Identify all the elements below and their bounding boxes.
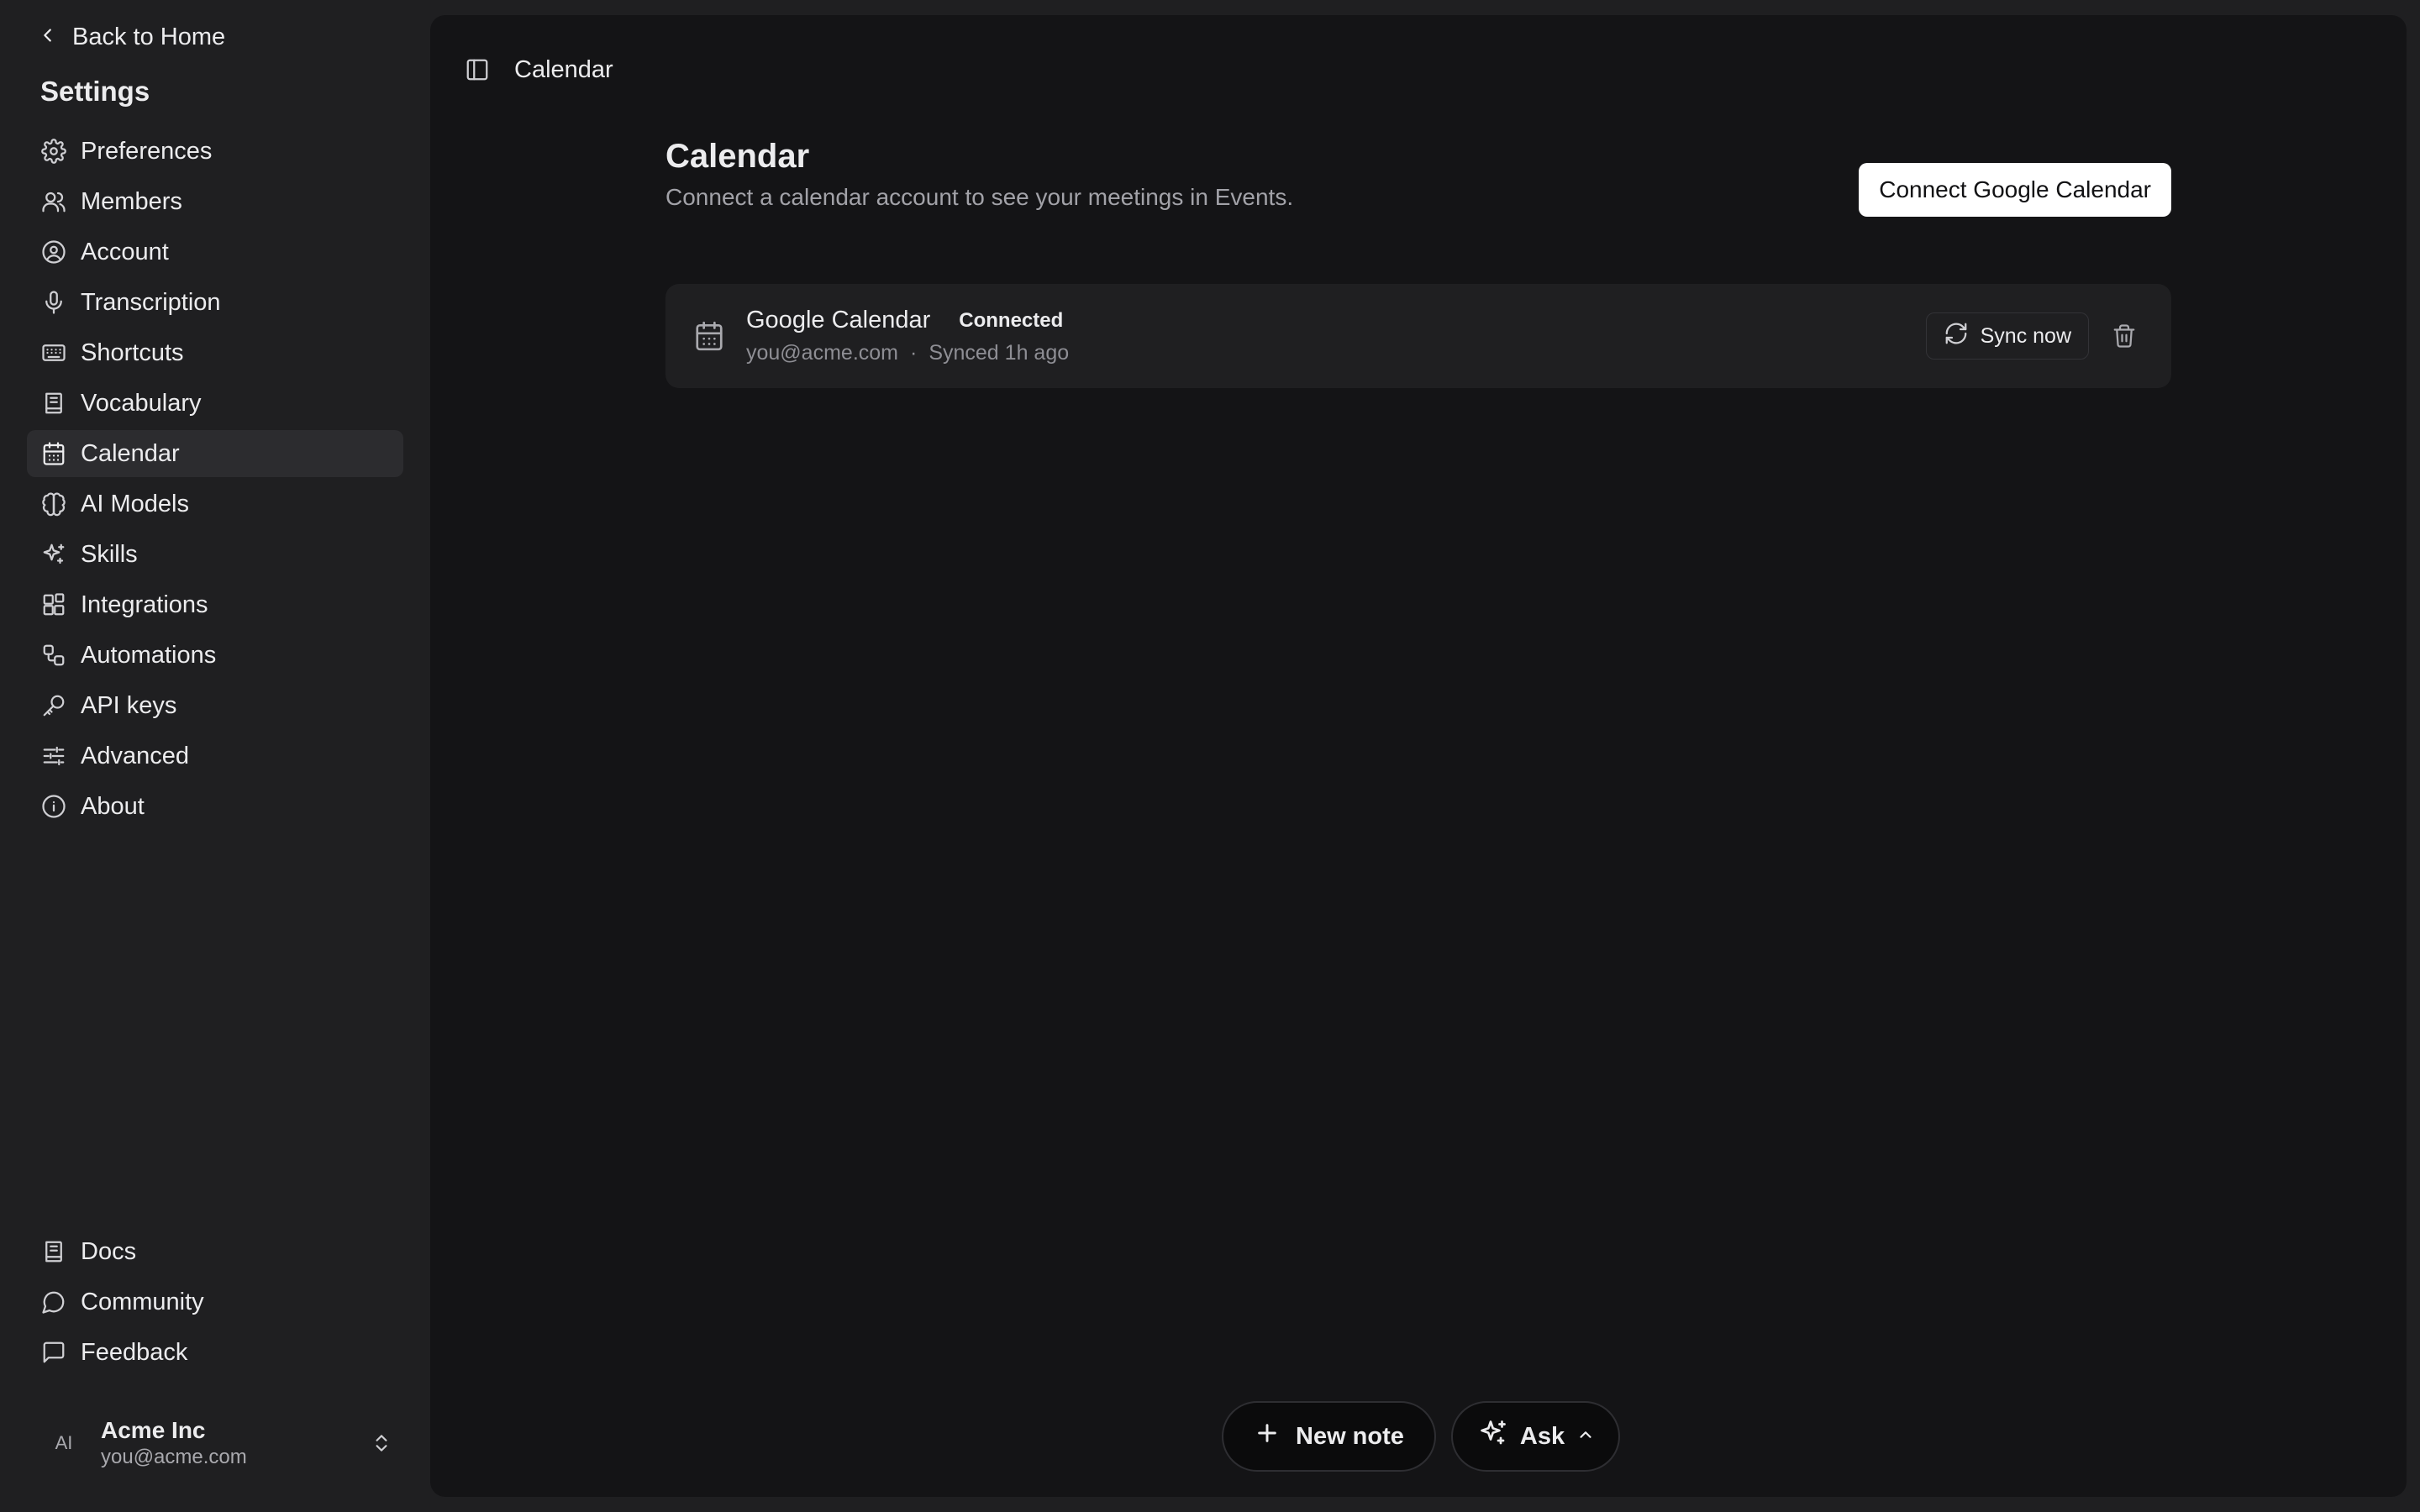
- user-switcher[interactable]: AI Acme Inc you@acme.com: [40, 1411, 397, 1475]
- sidebar-item-preferences[interactable]: Preferences: [27, 128, 403, 175]
- new-note-label: New note: [1296, 1422, 1404, 1450]
- sidebar-item-shortcuts[interactable]: Shortcuts: [27, 329, 403, 376]
- chevrons-up-down-icon[interactable]: [366, 1428, 397, 1458]
- users-icon: [40, 188, 67, 215]
- sidebar-item-docs[interactable]: Docs: [27, 1228, 403, 1275]
- calendar-account-email: you@acme.com: [746, 341, 898, 365]
- sidebar-item-label: API keys: [81, 691, 177, 719]
- keyboard-icon: [40, 339, 67, 366]
- brain-icon: [40, 491, 67, 517]
- sidebar-item-label: AI Models: [81, 490, 189, 517]
- sidebar-item-community[interactable]: Community: [27, 1278, 403, 1326]
- separator-dot: ·: [910, 341, 918, 365]
- back-to-home-label: Back to Home: [72, 23, 226, 50]
- sidebar-item-integrations[interactable]: Integrations: [27, 581, 403, 628]
- sidebar-item-transcription[interactable]: Transcription: [27, 279, 403, 326]
- sliders-icon: [40, 743, 67, 769]
- calendar-icon: [40, 440, 67, 467]
- message-square-icon: [40, 1339, 67, 1366]
- status-badge: Connected: [959, 308, 1064, 332]
- ask-label: Ask: [1519, 1422, 1565, 1450]
- settings-nav: Preferences Members Account Transcriptio…: [27, 128, 403, 833]
- refresh-icon: [1944, 321, 1969, 352]
- sidebar-item-label: Account: [81, 238, 169, 265]
- chevron-left-icon: [39, 24, 57, 51]
- last-synced-text: Synced 1h ago: [929, 341, 1070, 365]
- sidebar-item-advanced[interactable]: Advanced: [27, 732, 403, 780]
- plus-icon: [1254, 1420, 1281, 1453]
- sidebar-item-label: Members: [81, 187, 182, 215]
- sidebar-item-calendar[interactable]: Calendar: [27, 430, 403, 477]
- avatar: AI: [55, 1432, 73, 1453]
- sidebar-item-label: Integrations: [81, 591, 208, 618]
- new-note-button[interactable]: New note: [1222, 1401, 1436, 1472]
- sidebar-item-automations[interactable]: Automations: [27, 632, 403, 679]
- sidebar-item-label: Automations: [81, 641, 217, 669]
- user-circle-icon: [40, 239, 67, 265]
- sidebar-item-account[interactable]: Account: [27, 228, 403, 276]
- back-to-home-link[interactable]: Back to Home: [39, 18, 225, 55]
- sidebar-item-label: Preferences: [81, 137, 213, 165]
- settings-title: Settings: [40, 76, 150, 107]
- chevron-up-icon: [1576, 1423, 1595, 1451]
- sparkles-icon: [40, 541, 67, 568]
- floating-actions: New note Ask: [1222, 1401, 1621, 1472]
- sidebar: Back to Home Settings Preferences Member…: [0, 0, 430, 1512]
- topbar: Calendar: [460, 40, 613, 99]
- chat-bubble-icon: [40, 1289, 67, 1315]
- sidebar-item-label: Skills: [81, 540, 138, 568]
- sync-now-label: Sync now: [1980, 323, 2071, 348]
- sidebar-item-skills[interactable]: Skills: [27, 531, 403, 578]
- sidebar-item-label: Transcription: [81, 288, 221, 316]
- info-icon: [40, 793, 67, 820]
- sidebar-item-label: Advanced: [81, 742, 189, 769]
- sync-now-button[interactable]: Sync now: [1925, 312, 2089, 360]
- workflow-icon: [40, 642, 67, 669]
- sidebar-item-label: Shortcuts: [81, 339, 184, 366]
- sidebar-item-api-keys[interactable]: API keys: [27, 682, 403, 729]
- calendar-account-card: Google Calendar Connected you@acme.com ·…: [666, 284, 2171, 388]
- main-panel: Calendar Calendar Connect a calendar acc…: [430, 15, 2407, 1497]
- sidebar-item-label: Docs: [81, 1237, 137, 1265]
- key-icon: [40, 692, 67, 719]
- calendar-settings-content: Calendar Connect a calendar account to s…: [666, 138, 2171, 388]
- user-name: Acme Inc: [101, 1417, 206, 1443]
- sidebar-item-about[interactable]: About: [27, 783, 403, 830]
- user-email: you@acme.com: [101, 1446, 247, 1468]
- blocks-icon: [40, 591, 67, 618]
- calendar-icon: [692, 319, 726, 353]
- trash-icon[interactable]: [2104, 316, 2144, 356]
- ask-button[interactable]: Ask: [1450, 1401, 1621, 1472]
- sidebar-item-label: About: [81, 792, 145, 820]
- sidebar-item-label: Calendar: [81, 439, 180, 467]
- sidebar-bottom-nav: Docs Community Feedback: [27, 1228, 403, 1379]
- calendar-account-name: Google Calendar: [746, 307, 931, 333]
- book-icon: [40, 1238, 67, 1265]
- sidebar-item-members[interactable]: Members: [27, 178, 403, 225]
- sidebar-item-ai-models[interactable]: AI Models: [27, 480, 403, 528]
- book-icon: [40, 390, 67, 417]
- sidebar-item-feedback[interactable]: Feedback: [27, 1329, 403, 1376]
- connect-google-calendar-button[interactable]: Connect Google Calendar: [1859, 163, 2171, 217]
- sidebar-item-label: Vocabulary: [81, 389, 202, 417]
- calendar-account-info: Google Calendar Connected you@acme.com ·…: [746, 307, 1926, 365]
- gear-icon: [40, 138, 67, 165]
- sidebar-item-vocabulary[interactable]: Vocabulary: [27, 380, 403, 427]
- breadcrumb: Calendar: [514, 55, 613, 83]
- user-info: Acme Inc you@acme.com: [101, 1417, 366, 1469]
- sidebar-item-label: Feedback: [81, 1338, 188, 1366]
- microphone-icon: [40, 289, 67, 316]
- sidebar-toggle-icon[interactable]: [460, 53, 494, 87]
- sidebar-item-label: Community: [81, 1288, 204, 1315]
- sparkles-icon: [1478, 1418, 1508, 1455]
